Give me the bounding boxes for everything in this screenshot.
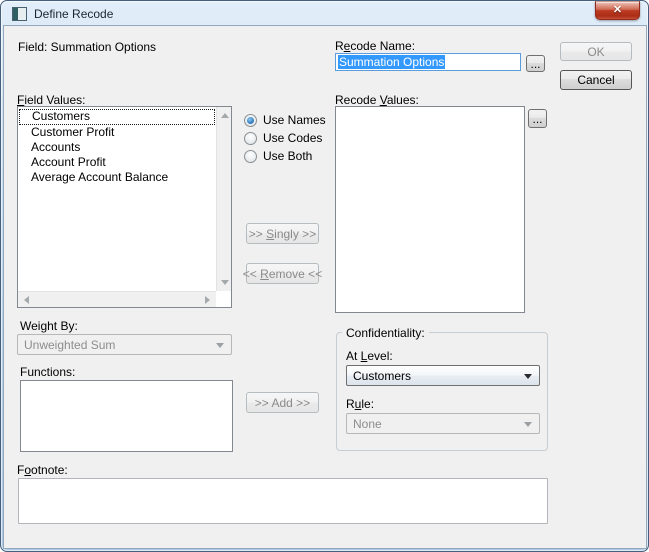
- radio-label: Use Both: [263, 149, 312, 163]
- radio-use-codes[interactable]: Use Codes: [244, 131, 322, 145]
- scroll-right-icon: [205, 296, 210, 304]
- rule-select[interactable]: None: [346, 413, 540, 434]
- ok-button[interactable]: OK: [560, 42, 632, 61]
- footnote-textarea[interactable]: [18, 478, 548, 524]
- recode-values-listbox[interactable]: [335, 106, 525, 313]
- field-values-listbox[interactable]: Customers Customer Profit Accounts Accou…: [17, 106, 232, 308]
- weight-by-label: Weight By:: [20, 319, 78, 333]
- add-button[interactable]: >> Add >>: [246, 392, 319, 413]
- rule-value: None: [353, 417, 382, 431]
- scroll-down-icon: [221, 280, 229, 285]
- radio-use-both[interactable]: Use Both: [244, 149, 312, 163]
- recode-name-selected-text: Summation Options: [338, 55, 445, 69]
- list-item[interactable]: Account Profit: [19, 155, 215, 170]
- app-icon: [12, 7, 27, 21]
- list-item[interactable]: Average Account Balance: [19, 170, 215, 185]
- vertical-scrollbar[interactable]: [216, 107, 231, 291]
- remove-button[interactable]: << Remove <<: [246, 263, 319, 284]
- radio-icon: [244, 132, 257, 145]
- list-item[interactable]: Accounts: [19, 140, 215, 155]
- scroll-up-icon: [221, 113, 229, 118]
- functions-label: Functions:: [20, 365, 75, 379]
- weight-by-value: Unweighted Sum: [24, 338, 115, 352]
- scroll-left-button[interactable]: [19, 292, 34, 307]
- list-item[interactable]: Customers: [19, 109, 215, 125]
- field-label: Field: Summation Options: [18, 40, 156, 54]
- scroll-up-button[interactable]: [217, 108, 232, 123]
- recode-values-browse-button[interactable]: ...: [528, 109, 547, 128]
- cancel-button[interactable]: Cancel: [560, 70, 632, 90]
- field-values-items: Customers Customer Profit Accounts Accou…: [19, 108, 215, 185]
- recode-values-label: Recode Values:: [335, 93, 419, 107]
- window-title: Define Recode: [34, 7, 113, 21]
- chevron-down-icon: [216, 343, 224, 348]
- recode-name-input[interactable]: Summation Options: [335, 53, 521, 71]
- chevron-down-icon: [524, 422, 532, 427]
- singly-button[interactable]: >> Singly >>: [246, 223, 319, 244]
- horizontal-scrollbar[interactable]: [18, 291, 216, 307]
- field-values-label: Field Values:: [17, 93, 86, 107]
- functions-listbox[interactable]: [20, 380, 233, 452]
- radio-icon: [244, 150, 257, 163]
- confidentiality-label: Confidentiality:: [342, 326, 429, 340]
- list-item[interactable]: Customer Profit: [19, 125, 215, 140]
- footnote-label: Footnote:: [17, 463, 68, 477]
- radio-label: Use Codes: [263, 131, 322, 145]
- radio-selected-icon: [244, 114, 257, 127]
- scroll-left-icon: [24, 296, 29, 304]
- scroll-down-button[interactable]: [217, 275, 232, 290]
- titlebar[interactable]: Define Recode: [1, 1, 648, 27]
- weight-by-select[interactable]: Unweighted Sum: [17, 334, 232, 355]
- at-level-label: At Level:: [346, 349, 393, 363]
- at-level-value: Customers: [353, 369, 411, 383]
- define-recode-dialog: Define Recode ✕ Field: Summation Options…: [0, 0, 649, 552]
- scroll-right-button[interactable]: [200, 292, 215, 307]
- recode-name-label: Recode Name:: [335, 39, 415, 53]
- close-icon: ✕: [596, 2, 639, 19]
- chevron-down-icon: [524, 374, 532, 379]
- at-level-select[interactable]: Customers: [346, 365, 540, 386]
- recode-name-browse-button[interactable]: ...: [526, 55, 545, 72]
- close-button[interactable]: ✕: [595, 1, 640, 20]
- rule-label: Rule:: [346, 397, 374, 411]
- radio-label: Use Names: [263, 113, 326, 127]
- radio-use-names[interactable]: Use Names: [244, 113, 326, 127]
